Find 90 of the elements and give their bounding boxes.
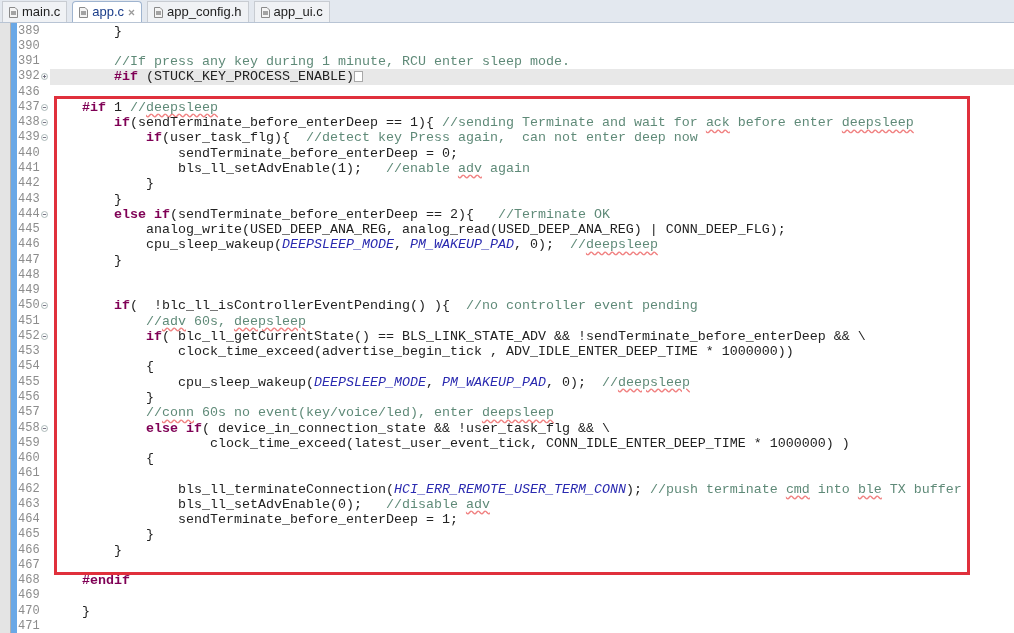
fold-collapse-icon[interactable] <box>41 302 48 310</box>
line-number: 468 <box>17 573 41 589</box>
code-line: if( !blc_ll_isControllerEventPending() ){ //no controller event pending <box>113 298 698 314</box>
line-number: 436 <box>17 84 41 100</box>
line-number: 452 <box>17 328 41 344</box>
line-number: 463 <box>17 496 41 512</box>
line-number: 448 <box>17 267 41 283</box>
fold-collapse-icon[interactable] <box>41 134 48 142</box>
code-line: //conn 60s no event(key/voice/led), enter deepsleep <box>144 405 554 421</box>
line-number: 446 <box>17 237 41 253</box>
line-number: 462 <box>17 481 41 497</box>
code-line: cpu_sleep_wakeup(DEEPSLEEP_MODE, PM_WAKEUP_PAD, 0); //deepsleep <box>176 374 690 390</box>
code-line: } <box>113 191 122 207</box>
code-line: } <box>81 603 90 619</box>
fold-collapse-icon[interactable] <box>41 119 48 127</box>
editor-tab[interactable]: app_ui.c <box>253 1 330 22</box>
line-number: 444 <box>17 206 41 222</box>
code-line: else if(sendTerminate_before_enterDeep == 2){ //Terminate OK <box>113 206 610 222</box>
line-number: 450 <box>17 298 41 314</box>
close-icon[interactable] <box>128 8 136 16</box>
code-line: bls_ll_setAdvEnable(0); //disable adv <box>176 496 490 512</box>
line-number: 453 <box>17 344 41 360</box>
fold-collapse-icon[interactable] <box>41 103 48 111</box>
folded-code-icon[interactable] <box>353 71 363 83</box>
line-number: 441 <box>17 161 41 176</box>
line-number: 459 <box>17 435 41 451</box>
line-number: 467 <box>17 557 41 573</box>
line-number: 445 <box>17 222 41 238</box>
file-icon <box>154 6 164 18</box>
file-icon <box>79 6 89 18</box>
file-icon <box>9 6 18 18</box>
code-line: } <box>144 527 154 543</box>
line-number: 454 <box>17 359 41 375</box>
code-line: #endif <box>81 573 130 589</box>
code-line: //adv 60s, deepsleep <box>144 313 306 329</box>
line-number: 437 <box>17 99 41 115</box>
code-line: sendTerminate_before_enterDeep = 0; <box>176 145 458 161</box>
line-number: 442 <box>17 176 41 192</box>
line-number: 464 <box>17 512 41 528</box>
line-number: 391 <box>17 54 41 70</box>
line-number: 469 <box>17 588 41 604</box>
line-number: 470 <box>17 603 41 619</box>
code-line: bls_ll_terminateConnection(HCI_ERR_REMOTE_USER_TERM_CONN); //push terminate cmd into ble TX buffer <box>176 481 962 497</box>
line-number: 461 <box>17 466 41 482</box>
code-line: //If press any key during 1 minute, RCU enter sleep mode. <box>113 54 570 70</box>
line-number: 466 <box>17 542 41 558</box>
line-number: 440 <box>17 145 41 161</box>
code-line: } <box>144 176 154 192</box>
line-number: 455 <box>17 374 41 390</box>
code-line: bls_ll_setAdvEnable(1); //enable adv again <box>176 161 530 176</box>
code-line: } <box>144 390 154 405</box>
file-icon <box>260 6 270 18</box>
fold-collapse-icon[interactable] <box>41 210 48 218</box>
line-number: 451 <box>17 313 41 329</box>
editor-tab[interactable]: app.c <box>72 1 143 22</box>
code-line: if(user_task_flg){ //detect key Press again, can not enter deep now <box>144 130 698 146</box>
line-number: 456 <box>17 390 41 405</box>
code-line: clock_time_exceed(advertise_begin_tick , ADV_IDLE_ENTER_DEEP_TIME * 1000000)) <box>176 344 794 360</box>
editor-tab[interactable]: main.c <box>2 1 68 22</box>
line-number: 443 <box>17 191 41 207</box>
code-line: { <box>144 359 154 375</box>
code-line: } <box>113 252 122 268</box>
code-line: { <box>144 451 154 467</box>
fold-collapse-icon[interactable] <box>41 424 48 432</box>
line-number: 449 <box>17 283 41 299</box>
line-number: 458 <box>17 420 41 436</box>
code-line: clock_time_exceed(latest_user_event_tick, CONN_IDLE_ENTER_DEEP_TIME * 1000000) ) <box>208 435 850 451</box>
line-number: 389 <box>17 23 41 39</box>
line-number: 438 <box>17 115 41 131</box>
code-line: if(sendTerminate_before_enterDeep == 1){ //sending Terminate and wait for ack before enter deepsleep <box>113 115 914 131</box>
code-line: cpu_sleep_wakeup(DEEPSLEEP_MODE, PM_WAKEUP_PAD, 0); //deepsleep <box>144 237 658 253</box>
line-number: 447 <box>17 252 41 268</box>
code-line: } <box>113 542 122 558</box>
line-number: 439 <box>17 130 41 146</box>
line-number: 471 <box>17 619 41 633</box>
line-number: 465 <box>17 527 41 543</box>
line-number: 392 <box>17 69 41 85</box>
code-line: else if( device_in_connection_state && !user_task_flg && \ <box>144 420 610 436</box>
code-line: } <box>113 23 122 39</box>
code-line: if( blc_ll_getCurrentState() == BLS_LINK_STATE_ADV && !sendTerminate_before_enterDeep && \ <box>144 328 866 344</box>
fold-expand-icon[interactable] <box>41 73 48 81</box>
line-number: 390 <box>17 38 41 54</box>
code-line: sendTerminate_before_enterDeep = 1; <box>176 512 458 528</box>
fold-collapse-icon[interactable] <box>41 332 48 340</box>
line-number: 460 <box>17 451 41 467</box>
code-line: #if 1 //deepsleep <box>81 99 218 115</box>
code-line: analog_write(USED_DEEP_ANA_REG, analog_read(USED_DEEP_ANA_REG) | CONN_DEEP_FLG); <box>144 222 786 238</box>
editor-tab[interactable]: app_config.h <box>147 1 249 22</box>
code-line: #if (STUCK_KEY_PROCESS_ENABLE) <box>113 69 354 85</box>
line-number: 457 <box>17 405 41 421</box>
